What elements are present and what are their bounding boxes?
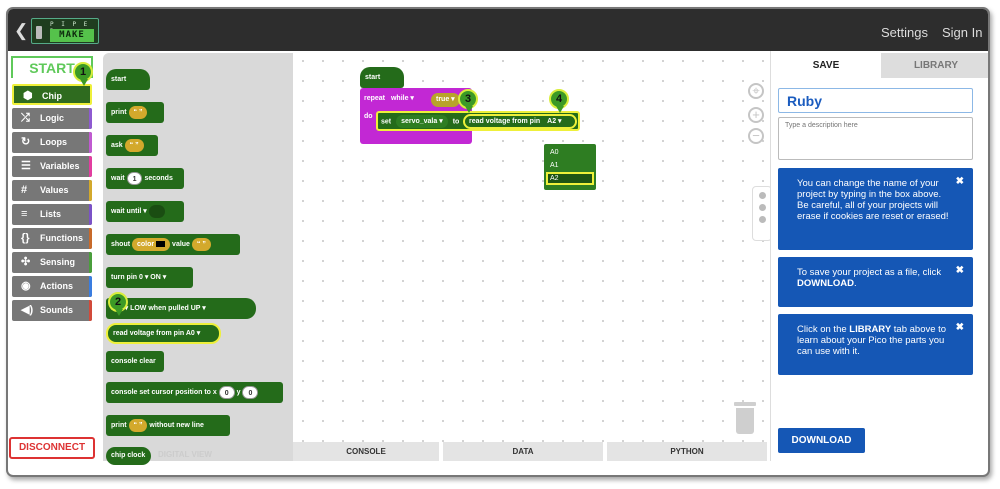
tab-console[interactable]: CONSOLE: [293, 442, 439, 461]
sign-in-link[interactable]: Sign In: [942, 25, 982, 40]
step-marker-4: 4: [549, 89, 569, 113]
description-input[interactable]: [778, 117, 973, 160]
settings-link[interactable]: Settings: [881, 25, 928, 40]
block-wait-until[interactable]: wait until ▾: [106, 201, 184, 222]
color-swatch: [156, 240, 166, 247]
panel-resize-handle[interactable]: [752, 186, 772, 241]
zoom-in-icon[interactable]: +: [748, 107, 764, 123]
block-turn-pin[interactable]: turn pin 0 ▾ ON ▾: [106, 267, 193, 288]
string-slot[interactable]: “ ”: [128, 418, 148, 432]
back-icon[interactable]: ❮: [14, 21, 28, 41]
braces-icon: {}: [21, 232, 30, 244]
category-actions[interactable]: ◉ Actions: [12, 276, 92, 297]
block-start[interactable]: start: [106, 69, 150, 90]
variables-icon: ☰: [21, 160, 31, 172]
loop-icon: ↻: [21, 136, 31, 148]
tab-library[interactable]: LIBRARY: [881, 53, 988, 78]
app-window: ❮ P I P E R MAKE Settings Sign In START …: [6, 7, 990, 477]
variable-dropdown[interactable]: servo_vala ▾: [396, 115, 448, 128]
step-marker-1: 1: [73, 62, 93, 86]
tab-data[interactable]: DATA: [443, 442, 603, 461]
sensing-icon: ✣: [21, 256, 31, 268]
hash-icon: #: [21, 184, 28, 196]
block-shout[interactable]: shout color value “ ”: [106, 234, 240, 255]
piper-make-logo[interactable]: P I P E R MAKE: [31, 18, 99, 44]
block-console-cursor[interactable]: console set cursor position to x 0 y 0: [106, 382, 283, 403]
number-slot[interactable]: 1: [126, 171, 143, 185]
close-icon[interactable]: ✖: [956, 176, 964, 187]
category-logic[interactable]: ⤮ Logic: [12, 108, 92, 129]
block-print[interactable]: print “ ”: [106, 102, 164, 123]
category-panel: START ⬢ Chip ⤮ Logic ↻ Loops ☰ Variables…: [8, 51, 103, 461]
block-pin-pull-up[interactable]: ... 0 ▾ LOW when pulled UP ▾: [106, 298, 256, 319]
shuffle-icon: ⤮: [21, 112, 30, 124]
pin-option-a1[interactable]: A1: [544, 159, 596, 172]
project-panel: SAVE LIBRARY You can change the name of …: [770, 51, 988, 461]
boolean-slot[interactable]: [148, 204, 165, 218]
block-flyout: start print “ ” ask “ ” wait 1 seconds w…: [103, 53, 293, 465]
trash-icon[interactable]: [734, 402, 756, 436]
hexagon-icon: ⬢: [23, 90, 33, 102]
string-slot[interactable]: “ ”: [124, 138, 144, 152]
category-chip[interactable]: ⬢ Chip: [12, 84, 92, 105]
category-values[interactable]: # Values: [12, 180, 92, 201]
tip-download: To save your project as a file, click DO…: [778, 257, 973, 307]
ws-block-start[interactable]: start: [360, 67, 404, 88]
project-name-input[interactable]: [778, 88, 973, 113]
while-dropdown[interactable]: while ▾: [391, 95, 414, 102]
block-chip-clock[interactable]: chip clock: [106, 447, 151, 465]
category-variables[interactable]: ☰ Variables: [12, 156, 92, 177]
true-dropdown[interactable]: true ▾: [431, 93, 460, 107]
close-icon[interactable]: ✖: [956, 322, 964, 333]
tip-library: Click on the LIBRARY tab above to learn …: [778, 314, 973, 375]
pin-option-a0[interactable]: A0: [544, 146, 596, 159]
top-bar: ❮ P I P E R MAKE Settings Sign In: [8, 9, 988, 51]
string-slot[interactable]: “ ”: [128, 105, 148, 119]
y-slot[interactable]: 0: [242, 385, 259, 399]
tip-rename: You can change the name of your project …: [778, 168, 973, 250]
list-icon: ≡: [21, 208, 28, 220]
close-icon[interactable]: ✖: [956, 265, 964, 276]
ws-block-read-voltage[interactable]: read voltage from pin A2 ▾: [463, 114, 577, 129]
tab-digital-view[interactable]: DIGITAL VIEW: [158, 450, 212, 459]
workspace-canvas[interactable]: start repeat while ▾ true ▾ do set servo…: [293, 51, 770, 443]
step-marker-2: 2: [108, 292, 128, 316]
disconnect-button[interactable]: DISCONNECT: [9, 437, 95, 459]
actions-icon: ◉: [21, 280, 31, 292]
tab-python[interactable]: PYTHON: [607, 442, 767, 461]
recenter-icon[interactable]: ⌖: [748, 83, 764, 99]
category-functions[interactable]: {} Functions: [12, 228, 92, 249]
x-slot[interactable]: 0: [218, 385, 235, 399]
tab-save[interactable]: SAVE: [771, 53, 881, 78]
color-slot[interactable]: color: [132, 237, 171, 251]
block-print-no-newline[interactable]: print “ ” without new line: [106, 415, 230, 436]
pin-dropdown[interactable]: A2 ▾: [547, 118, 561, 125]
category-lists[interactable]: ≡ Lists: [12, 204, 92, 225]
string-slot[interactable]: “ ”: [191, 237, 211, 251]
step-marker-3: 3: [458, 89, 478, 113]
speaker-icon: ◀): [21, 304, 34, 316]
block-console-clear[interactable]: console clear: [106, 351, 164, 372]
category-sounds[interactable]: ◀) Sounds: [12, 300, 92, 321]
block-read-voltage[interactable]: read voltage from pin A0 ▾: [106, 323, 221, 344]
pin-option-a2[interactable]: A2: [546, 172, 594, 185]
block-ask[interactable]: ask “ ”: [106, 135, 158, 156]
zoom-out-icon[interactable]: −: [748, 128, 764, 144]
pin-dropdown-menu: A0 A1 A2: [544, 144, 596, 190]
download-button[interactable]: DOWNLOAD: [778, 428, 865, 453]
block-wait-seconds[interactable]: wait 1 seconds: [106, 168, 184, 189]
pipe-icon: [36, 26, 42, 39]
category-loops[interactable]: ↻ Loops: [12, 132, 92, 153]
category-sensing[interactable]: ✣ Sensing: [12, 252, 92, 273]
bottom-tab-bar: CONSOLE DATA PYTHON: [293, 442, 770, 461]
